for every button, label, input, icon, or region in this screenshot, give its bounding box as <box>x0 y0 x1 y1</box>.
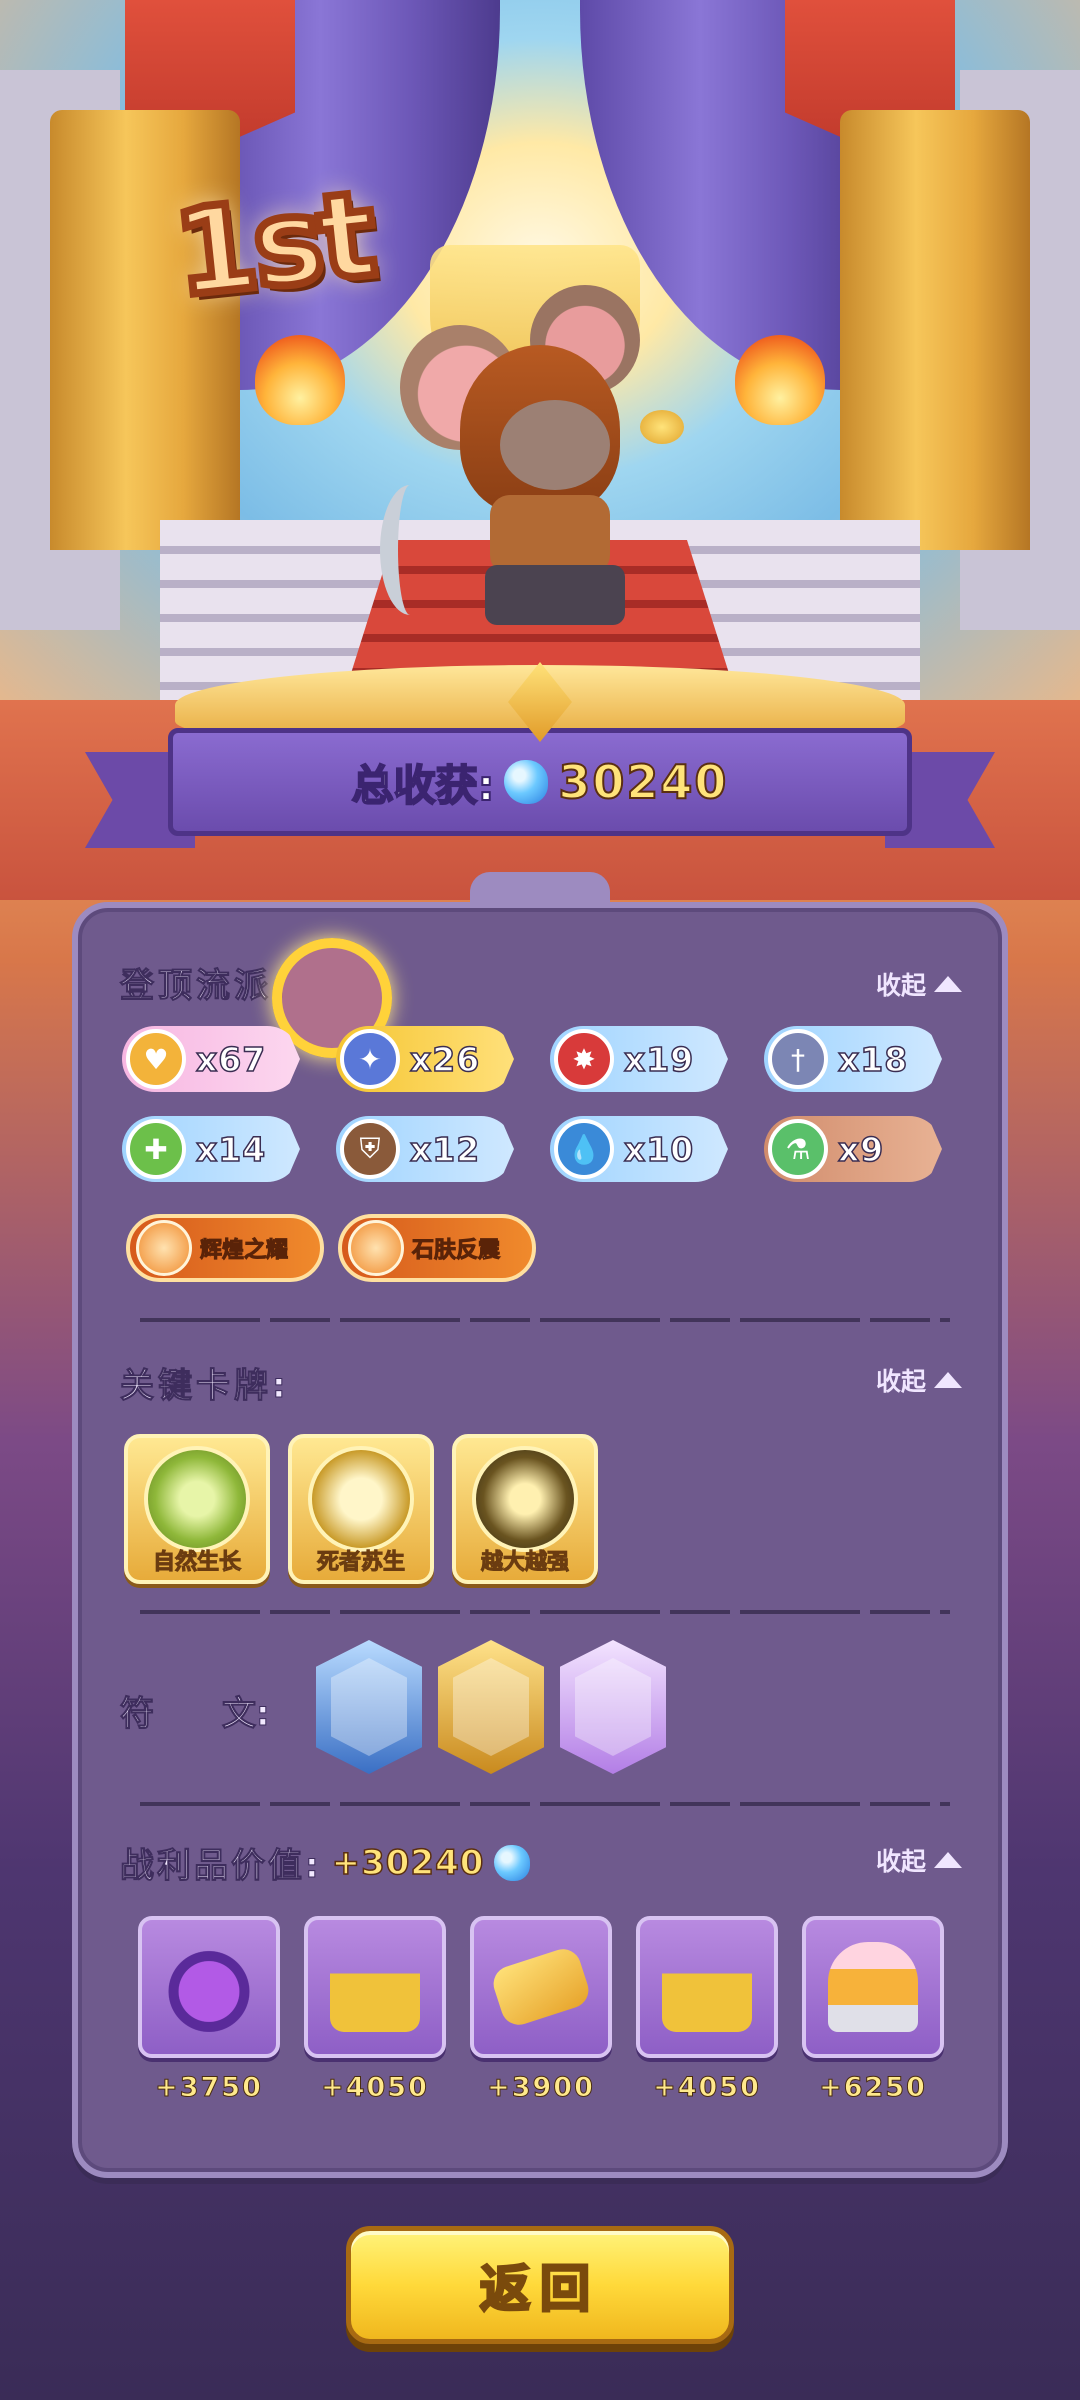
mouse-face <box>500 400 610 490</box>
key-card-natural-growth[interactable]: 自然生长 <box>124 1434 270 1584</box>
build-tag-count: x9 <box>837 1129 885 1170</box>
section-divider <box>140 1802 950 1806</box>
special-skill-radiance[interactable]: 辉煌之耀 <box>126 1214 324 1282</box>
build-tag-count: x14 <box>195 1129 267 1170</box>
build-tag-count: x12 <box>409 1129 481 1170</box>
card-name: 越大越强 <box>480 1550 569 1576</box>
key-card-revive[interactable]: 死者苏生 <box>288 1434 434 1584</box>
brazier-flame-right <box>735 335 825 425</box>
caret-up-icon <box>934 1852 962 1868</box>
loot-total-value: +30240 <box>331 1842 485 1884</box>
loot-item-cake[interactable] <box>802 1916 944 2058</box>
vip-ticket-icon <box>488 1944 594 2030</box>
blue-gem-icon <box>494 1844 531 1881</box>
cards-collapse-button[interactable]: 收起 <box>876 1362 962 1398</box>
water-drop-icon: 💧 <box>554 1119 614 1179</box>
gold-coin-icon <box>640 410 684 444</box>
crit-splash-icon: ✸ <box>554 1029 614 1089</box>
build-section-title: 登顶流派: <box>120 966 290 1007</box>
loot-item-locked-1[interactable] <box>304 1916 446 2058</box>
loot-section-title: 战利品价值: +30240 <box>120 1838 531 1887</box>
total-harvest-value: 30240 <box>557 754 729 810</box>
rune-balance[interactable] <box>316 1640 422 1774</box>
loot-title-label: 战利品价值: <box>120 1846 322 1887</box>
brazier-flame-left <box>255 335 345 425</box>
heal-cross-icon: ✚ <box>126 1119 186 1179</box>
loot-value: +3900 <box>487 2072 595 2104</box>
horned-beast-icon <box>472 1446 578 1552</box>
special-skill-label: 辉煌之耀 <box>199 1238 289 1264</box>
build-tag-crit[interactable]: ✸ x19 <box>550 1026 728 1092</box>
vine-dragon-icon <box>144 1446 250 1552</box>
winged-heart-icon <box>308 1446 414 1552</box>
loot-value: +3750 <box>155 2072 263 2104</box>
radiance-swirl-icon <box>136 1220 192 1276</box>
card-name: 死者苏生 <box>316 1550 405 1576</box>
build-tag-water[interactable]: 💧 x10 <box>550 1116 728 1182</box>
stoneskin-swirl-icon <box>348 1220 404 1276</box>
build-tag-heart[interactable]: ♥ x67 <box>122 1026 300 1092</box>
section-divider <box>140 1318 950 1322</box>
key-card-bigger-stronger[interactable]: 越大越强 <box>452 1434 598 1584</box>
scythe-icon <box>380 485 440 615</box>
build-tag-potion[interactable]: ⚗ x9 <box>764 1116 942 1182</box>
runes-section-title: 符 文: <box>120 1694 271 1735</box>
rune-spirit-doll[interactable] <box>560 1640 666 1774</box>
mouse-legs <box>485 565 625 625</box>
build-tag-sword-burst[interactable]: ✦ x26 <box>336 1026 514 1092</box>
shield-icon: ⛨ <box>340 1119 400 1179</box>
golden-pillar-right <box>840 110 1030 550</box>
heart-icon: ♥ <box>126 1029 186 1089</box>
loot-value: +4050 <box>653 2072 761 2104</box>
sword-burst-icon: ✦ <box>340 1029 400 1089</box>
loot-value: +6250 <box>819 2072 927 2104</box>
potion-icon: ⚗ <box>768 1119 828 1179</box>
collapse-label: 收起 <box>875 1367 926 1396</box>
balance-scale-icon <box>331 1658 407 1756</box>
build-tag-count: x67 <box>195 1039 267 1080</box>
dagger-icon: † <box>768 1029 828 1089</box>
loot-item-vip-ticket[interactable] <box>470 1916 612 2058</box>
hero-mouse-character <box>380 285 710 645</box>
cards-section-title: 关键卡牌: <box>120 1366 290 1407</box>
golden-pillar-left <box>50 110 240 550</box>
special-skill-stoneskin[interactable]: 石肤反震 <box>338 1214 536 1282</box>
heart-altar-icon <box>453 1658 529 1756</box>
caret-up-icon <box>934 976 962 992</box>
build-tag-count: x10 <box>623 1129 695 1170</box>
rune-heart-altar[interactable] <box>438 1640 544 1774</box>
rank-badge: 1st <box>164 161 382 327</box>
demon-candy-icon <box>164 1942 254 2032</box>
total-harvest-label: 总收获: <box>351 760 496 811</box>
blue-gem-icon <box>504 760 549 804</box>
padlock-chain-icon <box>662 1942 752 2032</box>
return-button-label: 返回 <box>479 2259 600 2320</box>
mouse-body <box>490 495 610 575</box>
loot-item-locked-2[interactable] <box>636 1916 778 2058</box>
build-tag-count: x26 <box>409 1039 481 1080</box>
card-name: 自然生长 <box>152 1550 241 1576</box>
build-tag-count: x19 <box>623 1039 695 1080</box>
build-tag-heal[interactable]: ✚ x14 <box>122 1116 300 1182</box>
special-skill-label: 石肤反震 <box>411 1238 501 1264</box>
total-harvest-banner: 总收获: 30240 <box>168 728 912 836</box>
loot-collapse-button[interactable]: 收起 <box>876 1842 962 1878</box>
spirit-doll-icon <box>575 1658 651 1756</box>
collapse-label: 收起 <box>875 1847 926 1876</box>
cake-icon <box>828 1942 918 2032</box>
return-button[interactable]: 返回 <box>346 2226 734 2344</box>
build-tag-dagger[interactable]: † x18 <box>764 1026 942 1092</box>
caret-up-icon <box>934 1372 962 1388</box>
collapse-label: 收起 <box>875 971 926 1000</box>
loot-value: +4050 <box>321 2072 429 2104</box>
loot-item-demon-candy[interactable] <box>138 1916 280 2058</box>
build-collapse-button[interactable]: 收起 <box>876 966 962 1002</box>
padlock-chain-icon <box>330 1942 420 2032</box>
build-tag-count: x18 <box>837 1039 909 1080</box>
section-divider <box>140 1610 950 1614</box>
build-tag-shield[interactable]: ⛨ x12 <box>336 1116 514 1182</box>
